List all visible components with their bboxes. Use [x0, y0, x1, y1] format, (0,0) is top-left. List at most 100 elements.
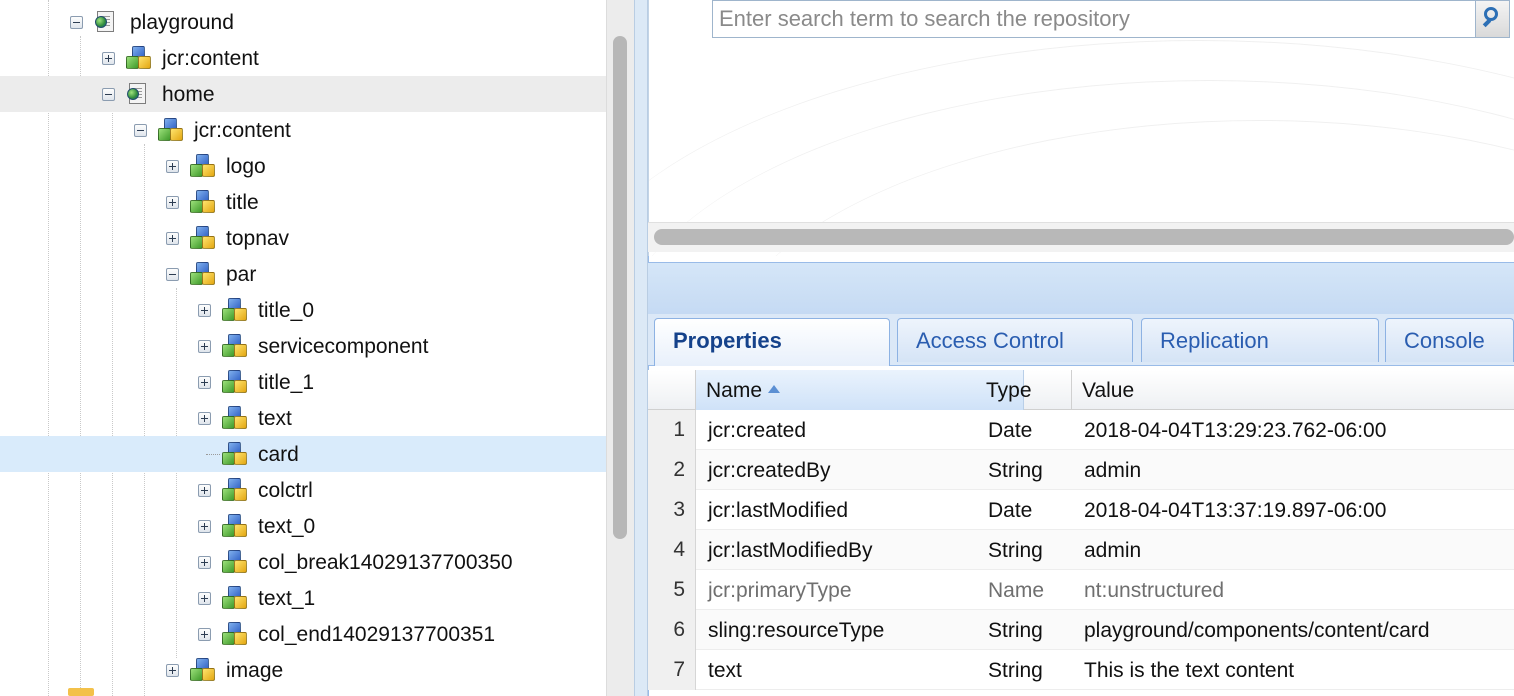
table-row[interactable]: 2 jcr:createdBy String admin: [648, 450, 1514, 490]
property-type[interactable]: Date: [988, 499, 1032, 523]
tree-node-text-0[interactable]: text_0: [0, 508, 606, 544]
tree-node-label[interactable]: title_1: [258, 372, 314, 394]
tab-access-control[interactable]: Access Control: [897, 318, 1133, 362]
collapse-toggle-icon[interactable]: [166, 268, 179, 281]
tree-node-label[interactable]: jcr:content: [162, 48, 259, 70]
table-row[interactable]: 1 jcr:created Date 2018-04-04T13:29:23.7…: [648, 410, 1514, 450]
property-type[interactable]: String: [988, 659, 1043, 683]
expand-toggle-icon[interactable]: [198, 520, 211, 533]
expand-toggle-icon[interactable]: [198, 592, 211, 605]
tree-node-label[interactable]: par: [226, 264, 256, 286]
tree-node-col-break[interactable]: col_break14029137700350: [0, 544, 606, 580]
tree-node-servicecomponent[interactable]: servicecomponent: [0, 328, 606, 364]
tree-node-label[interactable]: playground: [130, 12, 234, 34]
search-scrollbar-thumb[interactable]: [654, 229, 1514, 245]
tab-replication[interactable]: Replication: [1141, 318, 1379, 362]
tree-node-jcr-content[interactable]: jcr:content: [0, 40, 606, 76]
collapse-toggle-icon[interactable]: [102, 88, 115, 101]
tree-node-image[interactable]: image: [0, 652, 606, 688]
row-number-header: [648, 370, 696, 410]
table-row[interactable]: 3 jcr:lastModified Date 2018-04-04T13:37…: [648, 490, 1514, 530]
tree-node-par[interactable]: par: [0, 256, 606, 292]
tree-node-label[interactable]: logo: [226, 156, 266, 178]
property-name[interactable]: jcr:lastModified: [708, 499, 848, 523]
tree-node-logo[interactable]: logo: [0, 148, 606, 184]
tree-node-label[interactable]: text_1: [258, 588, 315, 610]
table-row[interactable]: 7 text String This is the text content: [648, 650, 1514, 690]
tree-node-label[interactable]: jcr:content: [194, 120, 291, 142]
property-value[interactable]: This is the text content: [1084, 659, 1294, 683]
property-value[interactable]: admin: [1084, 459, 1141, 483]
tree-node-label[interactable]: col_end14029137700351: [258, 624, 495, 646]
node-cubes-icon: [222, 622, 248, 646]
property-type[interactable]: String: [988, 539, 1043, 563]
property-name[interactable]: jcr:createdBy: [708, 459, 831, 483]
tree-node-home[interactable]: home: [0, 76, 606, 112]
tree-node-label[interactable]: colctrl: [258, 480, 313, 502]
property-value[interactable]: 2018-04-04T13:37:19.897-06:00: [1084, 499, 1386, 523]
collapse-toggle-icon[interactable]: [70, 16, 83, 29]
expand-toggle-icon[interactable]: [198, 304, 211, 317]
tree-scrollbar-thumb[interactable]: [613, 36, 627, 539]
expand-toggle-icon[interactable]: [198, 412, 211, 425]
panel-splitter[interactable]: [634, 0, 648, 696]
tree-node-topnav[interactable]: topnav: [0, 220, 606, 256]
property-name[interactable]: sling:resourceType: [708, 619, 884, 643]
property-value[interactable]: playground/components/content/card: [1084, 619, 1430, 643]
column-header-value[interactable]: Value: [1072, 370, 1514, 410]
table-row[interactable]: 4 jcr:lastModifiedBy String admin: [648, 530, 1514, 570]
tree-node-col-end[interactable]: col_end14029137700351: [0, 616, 606, 652]
row-number: 3: [648, 490, 696, 530]
tab-properties[interactable]: Properties: [654, 318, 890, 366]
expand-toggle-icon[interactable]: [166, 232, 179, 245]
tree-node-label[interactable]: title: [226, 192, 259, 214]
property-type[interactable]: Date: [988, 419, 1032, 443]
tree-node-label[interactable]: topnav: [226, 228, 289, 250]
expand-toggle-icon[interactable]: [102, 52, 115, 65]
tree-node-label[interactable]: image: [226, 660, 283, 682]
property-name[interactable]: jcr:created: [708, 419, 806, 443]
property-name[interactable]: jcr:primaryType: [708, 579, 852, 603]
expand-toggle-icon[interactable]: [166, 196, 179, 209]
column-header-type[interactable]: Type: [976, 370, 1072, 410]
tree-node-title-0[interactable]: title_0: [0, 292, 606, 328]
tree-node-label[interactable]: col_break14029137700350: [258, 552, 513, 574]
tree-node-label[interactable]: home: [162, 84, 215, 106]
tree-node-playground[interactable]: playground: [0, 4, 606, 40]
tree-node-title[interactable]: title: [0, 184, 606, 220]
column-header-label: Name: [706, 379, 763, 402]
property-name[interactable]: text: [708, 659, 742, 683]
expand-toggle-icon[interactable]: [198, 340, 211, 353]
table-row[interactable]: 5 jcr:primaryType Name nt:unstructured: [648, 570, 1514, 610]
tree-node-label[interactable]: servicecomponent: [258, 336, 428, 358]
property-value[interactable]: admin: [1084, 539, 1141, 563]
collapse-toggle-icon[interactable]: [134, 124, 147, 137]
tree-node-label[interactable]: card: [258, 444, 299, 466]
tree-node-title-1[interactable]: title_1: [0, 364, 606, 400]
table-row[interactable]: 6 sling:resourceType String playground/c…: [648, 610, 1514, 650]
expand-toggle-icon[interactable]: [166, 160, 179, 173]
column-header-name[interactable]: Name: [696, 370, 1024, 410]
tree-node-text-1[interactable]: text_1: [0, 580, 606, 616]
tree-node-jcr-content[interactable]: jcr:content: [0, 112, 606, 148]
expand-toggle-icon[interactable]: [198, 376, 211, 389]
property-value[interactable]: nt:unstructured: [1084, 579, 1224, 603]
expand-toggle-icon[interactable]: [166, 664, 179, 677]
tree-node-card-selected[interactable]: card: [0, 436, 606, 472]
search-input[interactable]: [719, 5, 1471, 33]
expand-toggle-icon[interactable]: [198, 556, 211, 569]
search-button[interactable]: [1475, 1, 1509, 37]
property-name[interactable]: jcr:lastModifiedBy: [708, 539, 873, 563]
property-value[interactable]: 2018-04-04T13:29:23.762-06:00: [1084, 419, 1386, 443]
tree-node-text[interactable]: text: [0, 400, 606, 436]
property-type[interactable]: String: [988, 459, 1043, 483]
tab-console[interactable]: Console: [1385, 318, 1514, 362]
tree-node-label[interactable]: text: [258, 408, 292, 430]
property-type[interactable]: String: [988, 619, 1043, 643]
property-type[interactable]: Name: [988, 579, 1044, 603]
tree-node-label[interactable]: text_0: [258, 516, 315, 538]
expand-toggle-icon[interactable]: [198, 628, 211, 641]
tree-node-colctrl[interactable]: colctrl: [0, 472, 606, 508]
tree-node-label[interactable]: title_0: [258, 300, 314, 322]
expand-toggle-icon[interactable]: [198, 484, 211, 497]
